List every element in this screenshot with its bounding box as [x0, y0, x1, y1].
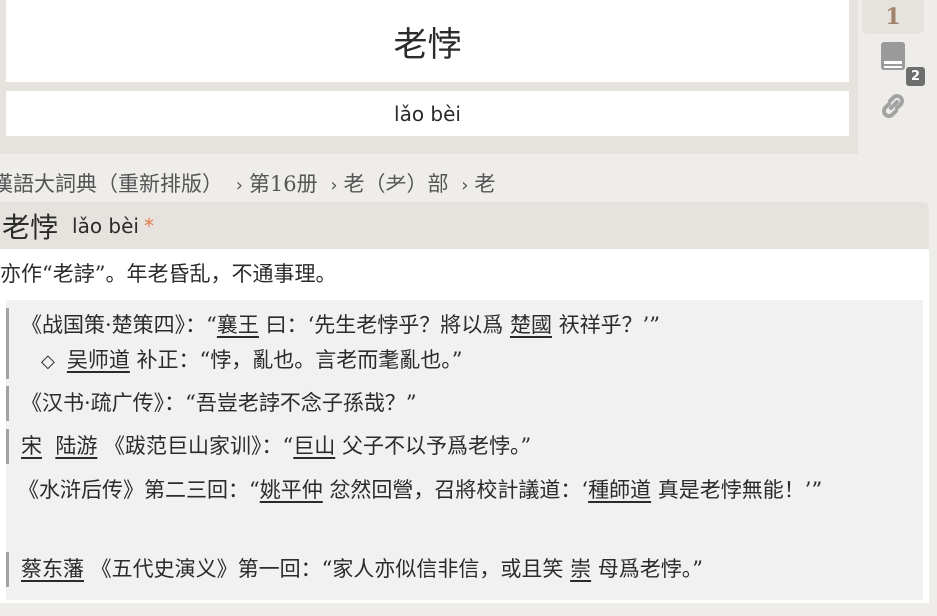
dynasty-link[interactable]: 宋 [21, 434, 42, 458]
citations-list: 《战国策·楚策四》：“襄王 曰：‘先生老悖乎？將以爲 楚國 祆祥乎？’” ◇ 吴师… [6, 300, 923, 600]
entry-pinyin: lǎo bèi [72, 213, 139, 238]
person-link[interactable]: 崇 [570, 557, 591, 581]
favorite-star-icon[interactable]: * [144, 214, 154, 238]
person-link[interactable]: 姚平仲 [260, 478, 323, 502]
book-button[interactable]: 2 [862, 34, 926, 86]
citation-item: 《水浒后传》第二三回：“姚平仲 忿然回營，召將校計議道：‘種師道 真是老悖無能！… [6, 473, 916, 508]
person-link[interactable]: 襄王 [217, 313, 259, 337]
place-link[interactable]: 楚國 [510, 313, 552, 337]
person-link[interactable]: 陆游 [55, 434, 97, 458]
citation-text: 曰：‘先生老悖乎？將以爲 [258, 313, 510, 337]
citation-source: 《水浒后传》第二三回：“ [18, 478, 260, 502]
breadcrumb-volume[interactable]: 第16册 [249, 172, 318, 196]
citation-source: 《五代史演义》第一回：“家人亦似信非信，或且笑 [84, 557, 571, 581]
citations-panel: 《战国策·楚策四》：“襄王 曰：‘先生老悖乎？將以爲 楚國 祆祥乎？’” ◇ 吴师… [0, 297, 929, 603]
breadcrumb: 漢語大詞典（重新排版） › 第16册 › 老（耂）部 › 老 [0, 168, 495, 198]
pinyin-card: lǎo bèi [6, 91, 849, 136]
citation-text: 真是老悖無能！’” [651, 478, 823, 502]
link-button[interactable] [862, 84, 924, 128]
person-link[interactable]: 巨山 [293, 434, 335, 458]
breadcrumb-separator: › [330, 175, 338, 196]
headword-pinyin: lǎo bèi [394, 101, 461, 126]
entry-word: 老悖 [2, 210, 59, 244]
diamond-icon: ◇ [41, 351, 55, 372]
breadcrumb-separator: › [235, 175, 243, 196]
headword: 老悖 [393, 24, 462, 65]
link-icon [882, 94, 904, 118]
citation-source: 《战国策·楚策四》：“ [21, 313, 217, 337]
citation-text: 祆祥乎？’” [551, 313, 661, 337]
citation-text: 母爲老悖。” [591, 557, 704, 581]
citation-subitem: ◇ 吴师道 补正：“悖，亂也。言老而耄亂也。” [6, 343, 916, 379]
count-1-icon: 1 [885, 4, 901, 30]
breadcrumb-separator: › [461, 175, 469, 196]
definition: 亦作“老誖”。年老昏乱，不通事理。 [0, 249, 929, 297]
headword-panel: 老悖 lǎo bèi [0, 0, 858, 154]
citation-text: 《汉书·疏广传》：“吾豈老誖不念子孫哉？” [21, 391, 417, 415]
citation-item: 蔡东藩 《五代史演义》第一回：“家人亦似信非信，或且笑 崇 母爲老悖。” [6, 552, 916, 587]
citation-item: 宋 陆游 《跋范巨山家训》：“巨山 父子不以予爲老悖。” [6, 429, 916, 464]
definition-text: 亦作“老誖”。年老昏乱，不通事理。 [0, 262, 337, 286]
person-link[interactable]: 種師道 [588, 478, 651, 502]
citation-source: 《跋范巨山家训》：“ [97, 434, 294, 458]
breadcrumb-char[interactable]: 老 [474, 172, 495, 196]
entry-header: 老悖 lǎo bèi * [0, 202, 929, 249]
citation-item: 《汉书·疏广传》：“吾豈老誖不念子孫哉？” [6, 386, 916, 421]
citation-text: 父子不以予爲老悖。” [335, 434, 532, 458]
person-link[interactable]: 蔡东藩 [21, 557, 84, 581]
breadcrumb-radical[interactable]: 老（耂）部 [344, 172, 449, 196]
citation-item: 《战国策·楚策四》：“襄王 曰：‘先生老悖乎？將以爲 楚國 祆祥乎？’” [6, 308, 916, 343]
person-link[interactable]: 吴师道 [67, 348, 130, 372]
book-icon [881, 42, 905, 70]
citation-text: 忿然回營，召將校計議道：‘ [322, 478, 589, 502]
citation-text: 补正：“悖，亂也。言老而耄亂也。” [129, 348, 463, 372]
breadcrumb-dictionary[interactable]: 漢語大詞典（重新排版） [0, 172, 223, 196]
count-button[interactable]: 1 [862, 0, 924, 34]
headword-card: 老悖 [6, 0, 849, 82]
